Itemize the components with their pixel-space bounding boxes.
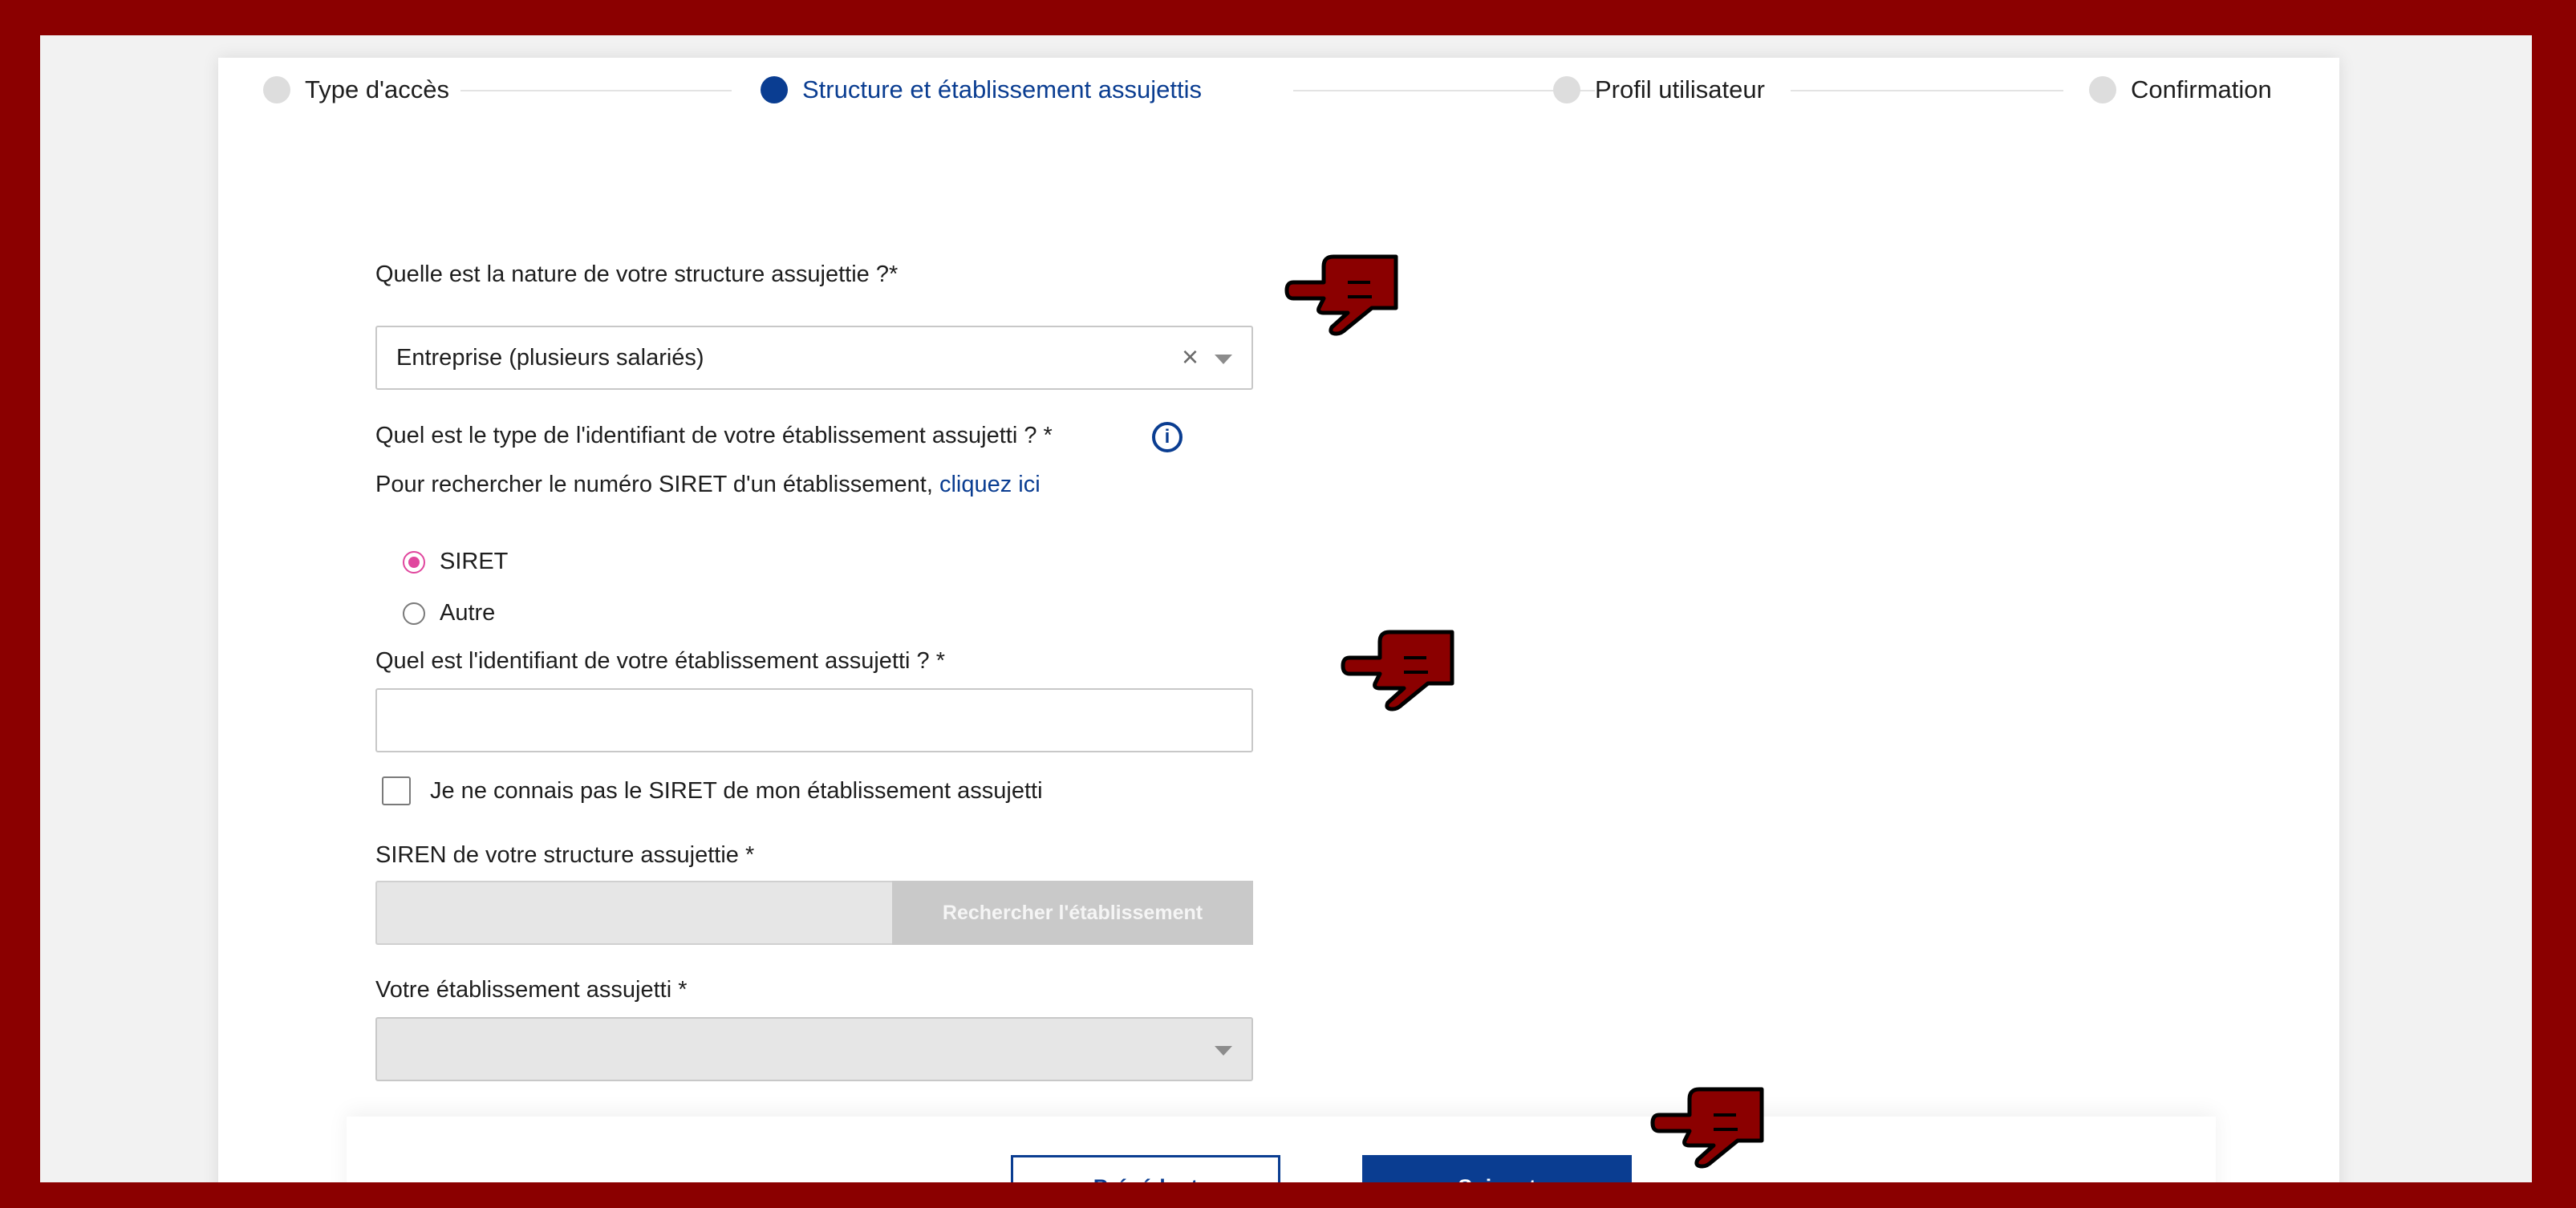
- step-structure: Structure et établissement assujettis: [761, 72, 1213, 107]
- unknown-siret-option[interactable]: Je ne connais pas le SIRET de mon établi…: [382, 776, 1043, 805]
- radio-option-autre[interactable]: Autre: [403, 600, 495, 626]
- step-dot-icon: [263, 76, 290, 103]
- stepper-connector: [1791, 90, 2063, 91]
- step-label: Structure et établissement assujettis: [802, 75, 1213, 104]
- next-button[interactable]: Suivant: [1362, 1155, 1632, 1182]
- nature-select[interactable]: Entreprise (plusieurs salariés) ×: [375, 326, 1253, 390]
- clear-icon[interactable]: ×: [1182, 340, 1199, 374]
- step-dot-icon: [1553, 76, 1580, 103]
- step-profil: Profil utilisateur: [1553, 72, 1776, 107]
- form-card: Type d'accès Structure et établissement …: [218, 58, 2339, 1182]
- unknown-siret-label: Je ne connais pas le SIRET de mon établi…: [430, 777, 1043, 804]
- action-bar: [347, 1117, 2216, 1182]
- radio-option-siret[interactable]: SIRET: [403, 549, 508, 575]
- step-confirmation: Confirmation: [2089, 72, 2283, 107]
- page-viewport: Type d'accès Structure et établissement …: [40, 35, 2532, 1182]
- progress-stepper: Type d'accès Structure et établissement …: [218, 58, 2339, 146]
- nature-select-value: Entreprise (plusieurs salariés): [396, 345, 704, 371]
- establishment-select[interactable]: [375, 1017, 1253, 1081]
- chevron-down-icon[interactable]: [1215, 1046, 1232, 1056]
- nature-question-label: Quelle est la nature de votre structure …: [375, 261, 899, 287]
- radio-siret-label: SIRET: [440, 549, 509, 574]
- pointing-hand-icon: [1650, 1087, 1764, 1169]
- search-establishment-button[interactable]: Rechercher l'établissement: [892, 881, 1253, 945]
- id-type-question-label: Quel est le type de l'identifiant de vot…: [375, 423, 1053, 448]
- radio-siret[interactable]: [403, 550, 425, 574]
- radio-autre[interactable]: [403, 602, 425, 625]
- previous-button[interactable]: Précédent: [1011, 1155, 1280, 1182]
- siren-input[interactable]: [375, 881, 892, 945]
- stepper-connector: [459, 90, 732, 91]
- pointing-hand-icon: [1284, 254, 1398, 336]
- step-label: Profil utilisateur: [1595, 75, 1776, 104]
- establishment-label: Votre établissement assujetti *: [375, 977, 688, 1003]
- chevron-down-icon[interactable]: [1215, 355, 1232, 364]
- step-label: Type d'accès: [305, 75, 460, 104]
- pointing-hand-icon: [1341, 630, 1454, 711]
- info-icon[interactable]: i: [1152, 422, 1183, 452]
- step-label: Confirmation: [2131, 75, 2283, 104]
- unknown-siret-checkbox[interactable]: [382, 776, 411, 805]
- radio-autre-label: Autre: [440, 600, 496, 626]
- siret-help-prefix: Pour rechercher le numéro SIRET d'un éta…: [375, 472, 939, 497]
- step-dot-icon: [2089, 76, 2116, 103]
- siren-label: SIREN de votre structure assujettie *: [375, 842, 755, 868]
- identifier-question-label: Quel est l'identifiant de votre établiss…: [375, 648, 945, 674]
- step-type-acces: Type d'accès: [263, 72, 460, 107]
- identifier-input[interactable]: [375, 688, 1253, 752]
- siret-search-link[interactable]: cliquez ici: [939, 472, 1041, 497]
- siret-help-text: Pour rechercher le numéro SIRET d'un éta…: [375, 472, 1041, 498]
- step-dot-icon: [761, 76, 788, 103]
